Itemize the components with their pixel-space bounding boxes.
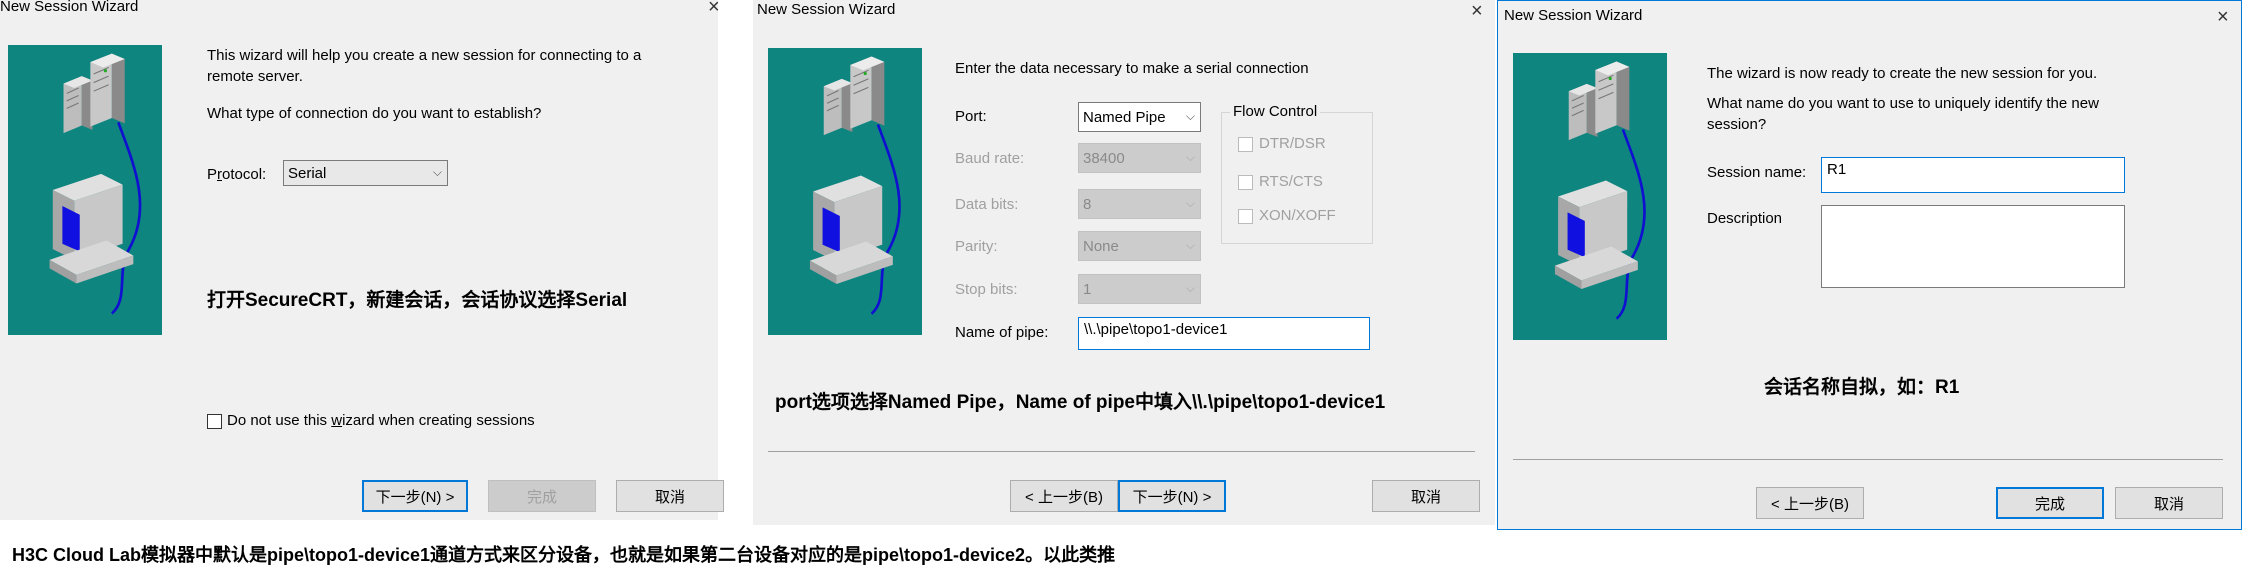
port-value: Named Pipe xyxy=(1083,108,1166,126)
wizard-dialog-session-name: New Session Wizard × The wizard is now r… xyxy=(1497,0,2242,530)
protocol-label: Protocol: xyxy=(207,166,267,183)
xon-xoff-label: XON/XOFF xyxy=(1259,207,1336,224)
chevron-down-icon: ⌵ xyxy=(1185,196,1195,210)
chevron-down-icon: ⌵ xyxy=(1185,281,1195,295)
wizard-dialog-protocol: New Session Wizard × This wizard will he… xyxy=(0,0,724,520)
parity-select[interactable]: None ⌵ xyxy=(1078,231,1201,261)
flow-control-title: Flow Control xyxy=(1230,103,1321,120)
protocol-value: Serial xyxy=(288,164,327,182)
skip-wizard-label: Do not use this wizard when creating ses… xyxy=(227,412,535,429)
wizard-illustration xyxy=(1513,53,1667,340)
intro-text: This wizard will help you create a new s… xyxy=(207,47,642,64)
footer-note: H3C Cloud Lab模拟器中默认是pipe\topo1-device1通道… xyxy=(12,545,1116,565)
instruction-note: 打开SecureCRT，新建会话，会话协议选择Serial xyxy=(207,290,628,311)
data-bits-value: 8 xyxy=(1083,195,1092,213)
port-select[interactable]: Named Pipe ⌵ xyxy=(1078,102,1201,132)
close-icon[interactable]: × xyxy=(2217,7,2229,27)
chevron-down-icon[interactable]: ⌵ xyxy=(433,165,442,180)
back-button[interactable]: < 上一步(B) xyxy=(1756,487,1864,519)
wizard-illustration xyxy=(8,45,162,335)
baud-rate-label: Baud rate: xyxy=(955,150,1025,167)
chevron-down-icon: ⌵ xyxy=(1185,238,1195,252)
instruction-note: port选项选择Named Pipe，Name of pipe中填入\\.\pi… xyxy=(775,392,1386,413)
question-text: What type of connection do you want to e… xyxy=(207,105,542,122)
skip-wizard-checkbox[interactable] xyxy=(207,414,222,429)
data-bits-label: Data bits: xyxy=(955,196,1019,213)
finish-button[interactable]: 完成 xyxy=(488,480,596,512)
intro-text-2: remote server. xyxy=(207,68,303,85)
port-label: Port: xyxy=(955,108,987,125)
cancel-button[interactable]: 取消 xyxy=(1372,480,1480,512)
dtr-dsr-checkbox[interactable] xyxy=(1238,137,1253,152)
stop-bits-label: Stop bits: xyxy=(955,281,1018,298)
flow-control-group: Flow Control DTR/DSR RTS/CTS XON/XOFF xyxy=(1221,103,1373,244)
pipe-name-input[interactable]: \\.\pipe\topo1-device1 xyxy=(1078,317,1370,350)
dtr-dsr-label: DTR/DSR xyxy=(1259,135,1326,152)
parity-value: None xyxy=(1083,237,1119,255)
close-icon[interactable]: × xyxy=(708,0,720,17)
next-button[interactable]: 下一步(N) > xyxy=(1118,480,1226,512)
chevron-down-icon[interactable]: ⌵ xyxy=(1186,109,1195,124)
dialog-title: New Session Wizard xyxy=(1504,7,1643,24)
protocol-select[interactable]: Serial ⌵ xyxy=(283,160,448,186)
data-bits-select[interactable]: 8 ⌵ xyxy=(1078,189,1201,219)
baud-rate-select[interactable]: 38400 ⌵ xyxy=(1078,143,1201,173)
rts-cts-checkbox[interactable] xyxy=(1238,175,1253,190)
cancel-button[interactable]: 取消 xyxy=(2115,487,2223,519)
finish-button[interactable]: 完成 xyxy=(1996,487,2104,519)
pipe-name-label: Name of pipe: xyxy=(955,324,1049,341)
chevron-down-icon: ⌵ xyxy=(1185,150,1195,164)
question-text-2: session? xyxy=(1707,116,1767,133)
session-name-input[interactable]: R1 xyxy=(1821,157,2125,193)
description-input[interactable] xyxy=(1821,205,2125,288)
description-label: Description xyxy=(1707,210,1783,227)
instruction-note: 会话名称自拟，如：R1 xyxy=(1764,377,1960,398)
close-icon[interactable]: × xyxy=(1471,1,1483,21)
dialog-title: New Session Wizard xyxy=(0,0,139,15)
dialog-title: New Session Wizard xyxy=(757,1,896,18)
back-button[interactable]: < 上一步(B) xyxy=(1010,480,1118,512)
wizard-illustration xyxy=(768,48,922,335)
button-separator xyxy=(1513,459,2223,460)
button-separator xyxy=(768,451,1475,452)
intro-text: The wizard is now ready to create the ne… xyxy=(1707,65,2098,82)
cancel-button[interactable]: 取消 xyxy=(616,480,724,512)
parity-label: Parity: xyxy=(955,238,998,255)
question-text: What name do you want to use to uniquely… xyxy=(1707,95,2099,112)
intro-text: Enter the data necessary to make a seria… xyxy=(955,60,1309,77)
session-name-label: Session name: xyxy=(1707,164,1807,181)
wizard-dialog-serial: New Session Wizard × Enter the data nece… xyxy=(753,0,1495,525)
next-button[interactable]: 下一步(N) > xyxy=(362,480,468,512)
stop-bits-value: 1 xyxy=(1083,280,1092,298)
rts-cts-label: RTS/CTS xyxy=(1259,173,1323,190)
xon-xoff-checkbox[interactable] xyxy=(1238,209,1253,224)
baud-rate-value: 38400 xyxy=(1083,149,1125,167)
stop-bits-select[interactable]: 1 ⌵ xyxy=(1078,274,1201,304)
